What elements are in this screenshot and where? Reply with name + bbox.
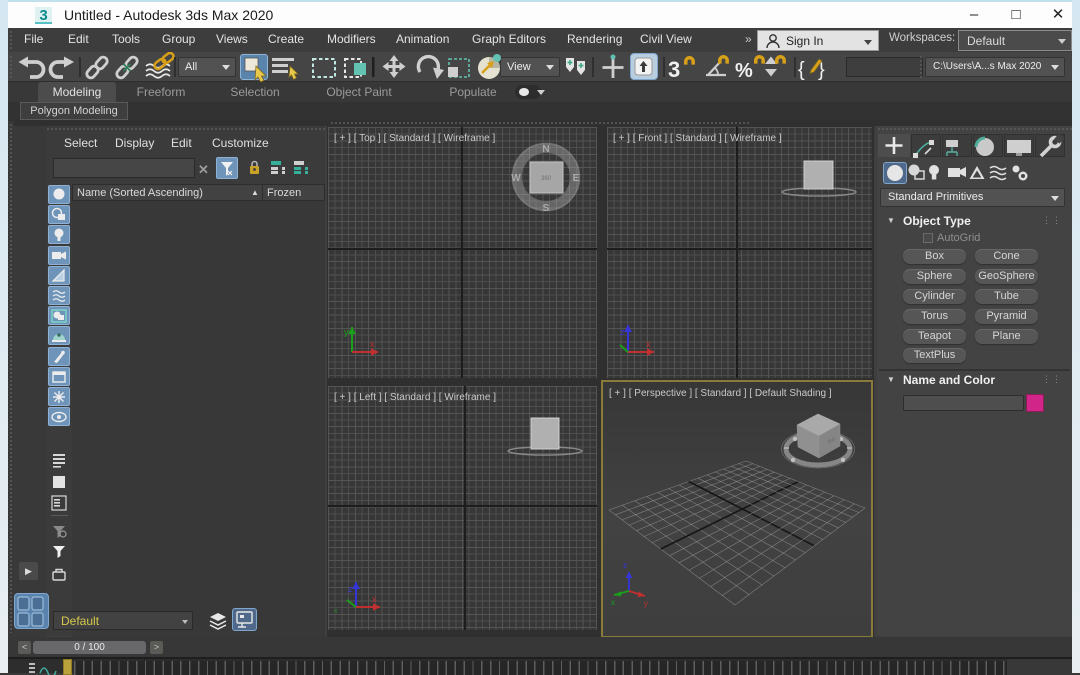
svg-text:x: x: [646, 339, 651, 349]
svg-text:z: z: [623, 561, 627, 570]
svg-text:{: {: [798, 59, 805, 81]
svg-text:E: E: [573, 173, 580, 184]
svg-text:x: x: [372, 594, 377, 604]
svg-text:x: x: [370, 339, 375, 349]
svg-text:z: z: [348, 584, 353, 594]
svg-text:%: %: [735, 60, 753, 82]
svg-text:3: 3: [668, 57, 680, 82]
svg-text:N: N: [542, 144, 549, 155]
svg-text:z: z: [620, 327, 625, 337]
svg-text:x: x: [334, 608, 338, 615]
svg-text:S: S: [543, 203, 550, 214]
svg-text:W: W: [511, 173, 521, 184]
svg-text:y: y: [344, 327, 349, 337]
svg-text:360: 360: [541, 176, 552, 182]
svg-text:y: y: [644, 599, 648, 608]
svg-text:x: x: [611, 598, 615, 607]
